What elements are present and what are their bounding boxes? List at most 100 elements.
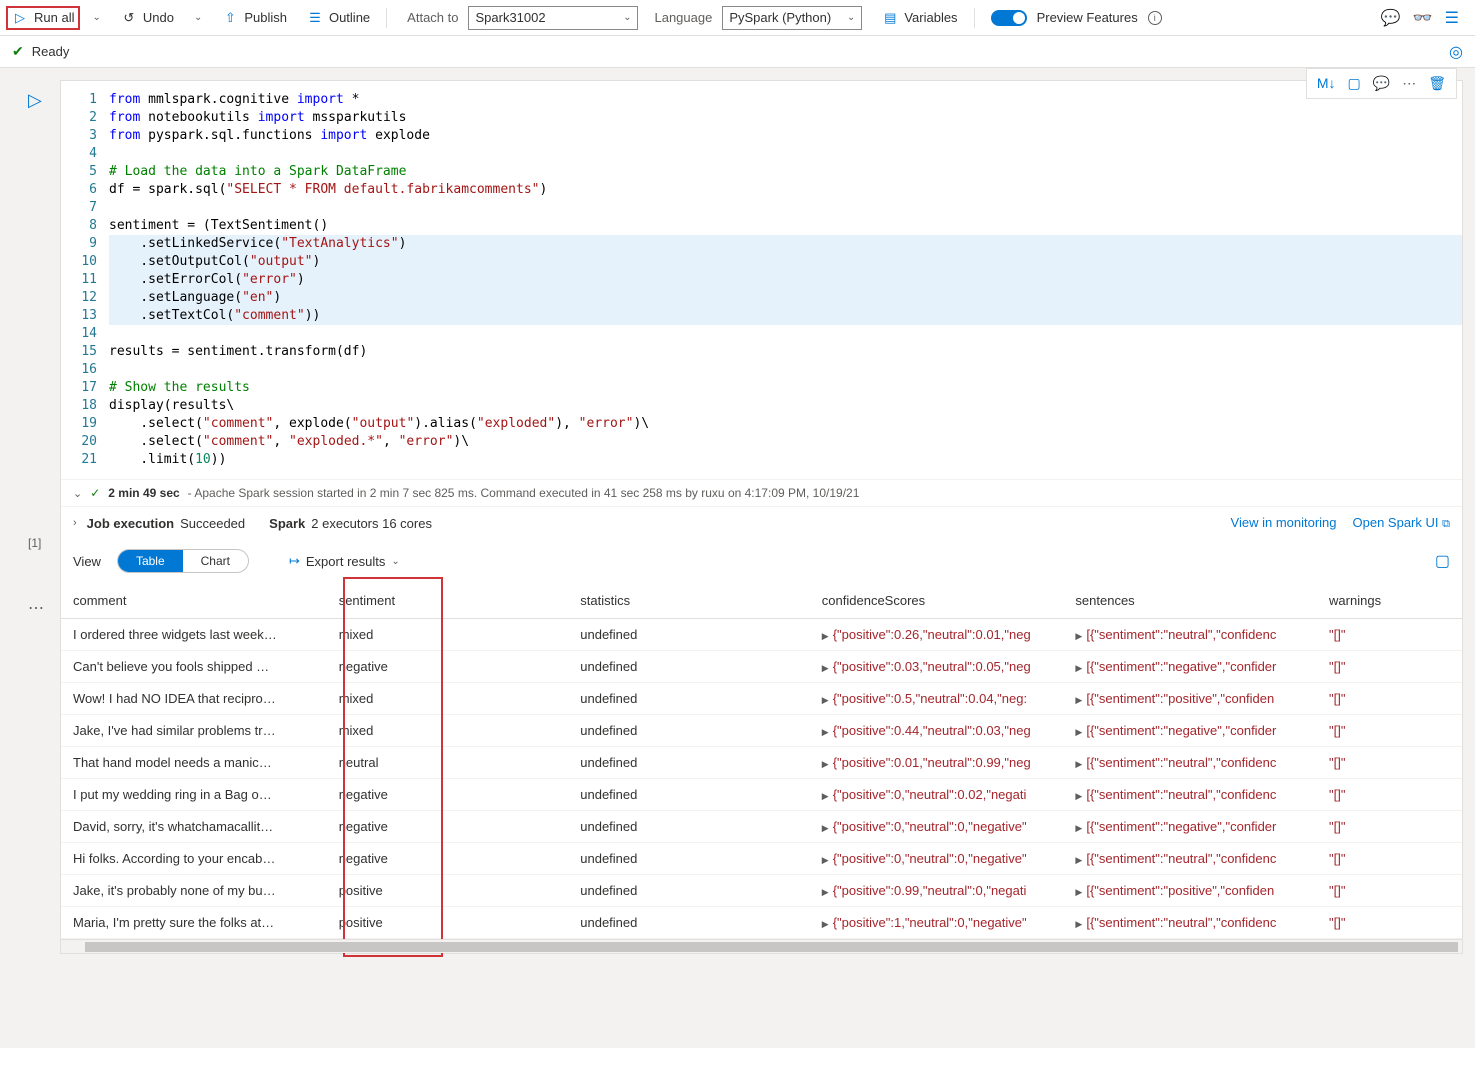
cell-statistics: undefined <box>568 843 810 875</box>
cell-confidence[interactable]: ▶{"positive":0.99,"neutral":0,"negati <box>810 875 1064 907</box>
run-cell-button[interactable]: ▷ <box>28 90 42 111</box>
run-dropdown[interactable]: ⌄ <box>84 8 108 27</box>
outline-button[interactable]: ☰ Outline <box>299 6 378 30</box>
cell-sentences[interactable]: ▶[{"sentiment":"negative","confider <box>1063 651 1317 683</box>
cell-confidence[interactable]: ▶{"positive":0.03,"neutral":0.05,"neg <box>810 651 1064 683</box>
results-table: comment sentiment statistics confidenceS… <box>61 583 1462 939</box>
cell-confidence[interactable]: ▶{"positive":0.26,"neutral":0.01,"neg <box>810 619 1064 651</box>
th-statistics[interactable]: statistics <box>568 583 810 619</box>
cell-confidence[interactable]: ▶{"positive":0.44,"neutral":0.03,"neg <box>810 715 1064 747</box>
cell-sentences[interactable]: ▶[{"sentiment":"negative","confider <box>1063 811 1317 843</box>
triangle-icon: ▶ <box>1075 823 1082 833</box>
triangle-icon: ▶ <box>1075 695 1082 705</box>
settings-icon[interactable]: ☰ <box>1445 8 1459 28</box>
cell-sentences[interactable]: ▶[{"sentiment":"neutral","confidenc <box>1063 747 1317 779</box>
table-row[interactable]: That hand model needs a manic…neutralund… <box>61 747 1462 779</box>
cell-confidence[interactable]: ▶{"positive":0.5,"neutral":0.04,"neg: <box>810 683 1064 715</box>
results-container: comment sentiment statistics confidenceS… <box>61 583 1462 939</box>
table-row[interactable]: David, sorry, it's whatchamacallit…negat… <box>61 811 1462 843</box>
th-warnings[interactable]: warnings <box>1317 583 1462 619</box>
cell-sentences[interactable]: ▶[{"sentiment":"positive","confiden <box>1063 683 1317 715</box>
job-status: Succeeded <box>180 516 245 531</box>
table-tab[interactable]: Table <box>118 550 183 572</box>
check-icon: ✔ <box>12 43 24 60</box>
cell-confidence[interactable]: ▶{"positive":0,"neutral":0.02,"negati <box>810 779 1064 811</box>
th-confidence[interactable]: confidenceScores <box>810 583 1064 619</box>
cell-sentences[interactable]: ▶[{"sentiment":"negative","confider <box>1063 715 1317 747</box>
cell-comment-icon[interactable]: 💬 <box>1369 73 1394 94</box>
glasses-icon[interactable]: 👓 <box>1413 8 1433 28</box>
undo-dropdown[interactable]: ⌄ <box>186 8 210 27</box>
status-bar: ✔ Ready ◎ <box>0 36 1475 68</box>
cell-sentences[interactable]: ▶[{"sentiment":"neutral","confidenc <box>1063 843 1317 875</box>
cell-sentences[interactable]: ▶[{"sentiment":"neutral","confidenc <box>1063 619 1317 651</box>
triangle-icon: ▶ <box>822 855 829 865</box>
collapse-icon[interactable]: ⌄ <box>73 487 82 500</box>
comment-icon[interactable]: 💬 <box>1381 8 1401 28</box>
chevron-down-icon: ⌄ <box>391 556 399 567</box>
delete-icon[interactable]: 🗑 <box>1424 73 1450 94</box>
code-cell: 123456789101112131415161718192021 from m… <box>60 80 1463 954</box>
cell-sentences[interactable]: ▶[{"sentiment":"positive","confiden <box>1063 875 1317 907</box>
table-row[interactable]: Wow! I had NO IDEA that recipro…mixedund… <box>61 683 1462 715</box>
cell-sentiment: mixed <box>327 683 569 715</box>
horizontal-scrollbar[interactable] <box>61 939 1462 953</box>
undo-button[interactable]: ↺ Undo <box>113 6 182 30</box>
attach-select[interactable]: Spark31002 ⌄ <box>468 6 638 30</box>
cell-more-button[interactable]: ⋯ <box>28 598 44 618</box>
status-right-icon[interactable]: ◎ <box>1449 42 1463 62</box>
chevron-down-icon: ⌄ <box>92 12 100 23</box>
preview-toggle[interactable]: Preview Features i <box>983 6 1170 30</box>
chevron-right-icon[interactable]: › <box>73 517 77 529</box>
cell-confidence[interactable]: ▶{"positive":0,"neutral":0,"negative" <box>810 843 1064 875</box>
cell-confidence[interactable]: ▶{"positive":0.01,"neutral":0.99,"neg <box>810 747 1064 779</box>
attach-label: Attach to <box>407 10 458 25</box>
triangle-icon: ▶ <box>1075 887 1082 897</box>
cell-toolbar: M↓ ▢ 💬 ⋯ 🗑 <box>1306 68 1457 99</box>
more-icon[interactable]: ⋯ <box>1398 73 1420 94</box>
table-row[interactable]: I ordered three widgets last week…mixedu… <box>61 619 1462 651</box>
export-button[interactable]: ↦ Export results ⌄ <box>289 553 400 569</box>
table-row[interactable]: Can't believe you fools shipped …negativ… <box>61 651 1462 683</box>
maximize-icon[interactable]: ▢ <box>1435 551 1450 571</box>
th-sentiment[interactable]: sentiment <box>327 583 569 619</box>
run-all-button[interactable]: ▷ Run all <box>6 6 80 30</box>
language-select[interactable]: PySpark (Python) ⌄ <box>722 6 862 30</box>
variables-button[interactable]: ▤ Variables <box>874 6 965 30</box>
cell-warnings: "[]" <box>1317 811 1462 843</box>
table-row[interactable]: I put my wedding ring in a Bag o…negativ… <box>61 779 1462 811</box>
code-content[interactable]: from mmlspark.cognitive import * from no… <box>109 91 1462 469</box>
th-comment[interactable]: comment <box>61 583 327 619</box>
table-row[interactable]: Hi folks. According to your encab…negati… <box>61 843 1462 875</box>
cell-confidence[interactable]: ▶{"positive":0,"neutral":0,"negative" <box>810 811 1064 843</box>
spark-label: Spark <box>269 516 305 531</box>
cell-sentences[interactable]: ▶[{"sentiment":"neutral","confidenc <box>1063 779 1317 811</box>
cell-sentiment: mixed <box>327 619 569 651</box>
info-icon[interactable]: i <box>1148 11 1162 25</box>
open-spark-link[interactable]: Open Spark UI ⧉ <box>1353 515 1450 531</box>
outline-label: Outline <box>329 10 370 25</box>
code-editor[interactable]: 123456789101112131415161718192021 from m… <box>61 81 1462 479</box>
cell-run-icon[interactable]: ▢ <box>1344 73 1365 94</box>
cell-warnings: "[]" <box>1317 747 1462 779</box>
chart-tab[interactable]: Chart <box>183 550 248 572</box>
table-row[interactable]: Maria, I'm pretty sure the folks at…posi… <box>61 907 1462 939</box>
triangle-icon: ▶ <box>1075 791 1082 801</box>
cell-confidence[interactable]: ▶{"positive":1,"neutral":0,"negative" <box>810 907 1064 939</box>
toggle-switch[interactable] <box>991 10 1027 26</box>
th-sentences[interactable]: sentences <box>1063 583 1317 619</box>
publish-label: Publish <box>244 10 287 25</box>
view-monitoring-link[interactable]: View in monitoring <box>1231 515 1337 531</box>
cell-warnings: "[]" <box>1317 843 1462 875</box>
cell-comment: David, sorry, it's whatchamacallit… <box>61 811 327 843</box>
markdown-icon[interactable]: M↓ <box>1313 73 1340 94</box>
cell-sentiment: neutral <box>327 747 569 779</box>
run-all-label: Run all <box>34 10 74 25</box>
publish-button[interactable]: ⇧ Publish <box>214 6 295 30</box>
cell-statistics: undefined <box>568 747 810 779</box>
table-row[interactable]: Jake, I've had similar problems tr…mixed… <box>61 715 1462 747</box>
cell-sentences[interactable]: ▶[{"sentiment":"neutral","confidenc <box>1063 907 1317 939</box>
table-row[interactable]: Jake, it's probably none of my bu…positi… <box>61 875 1462 907</box>
scrollbar-thumb[interactable] <box>85 942 1458 952</box>
cell-comment: I put my wedding ring in a Bag o… <box>61 779 327 811</box>
